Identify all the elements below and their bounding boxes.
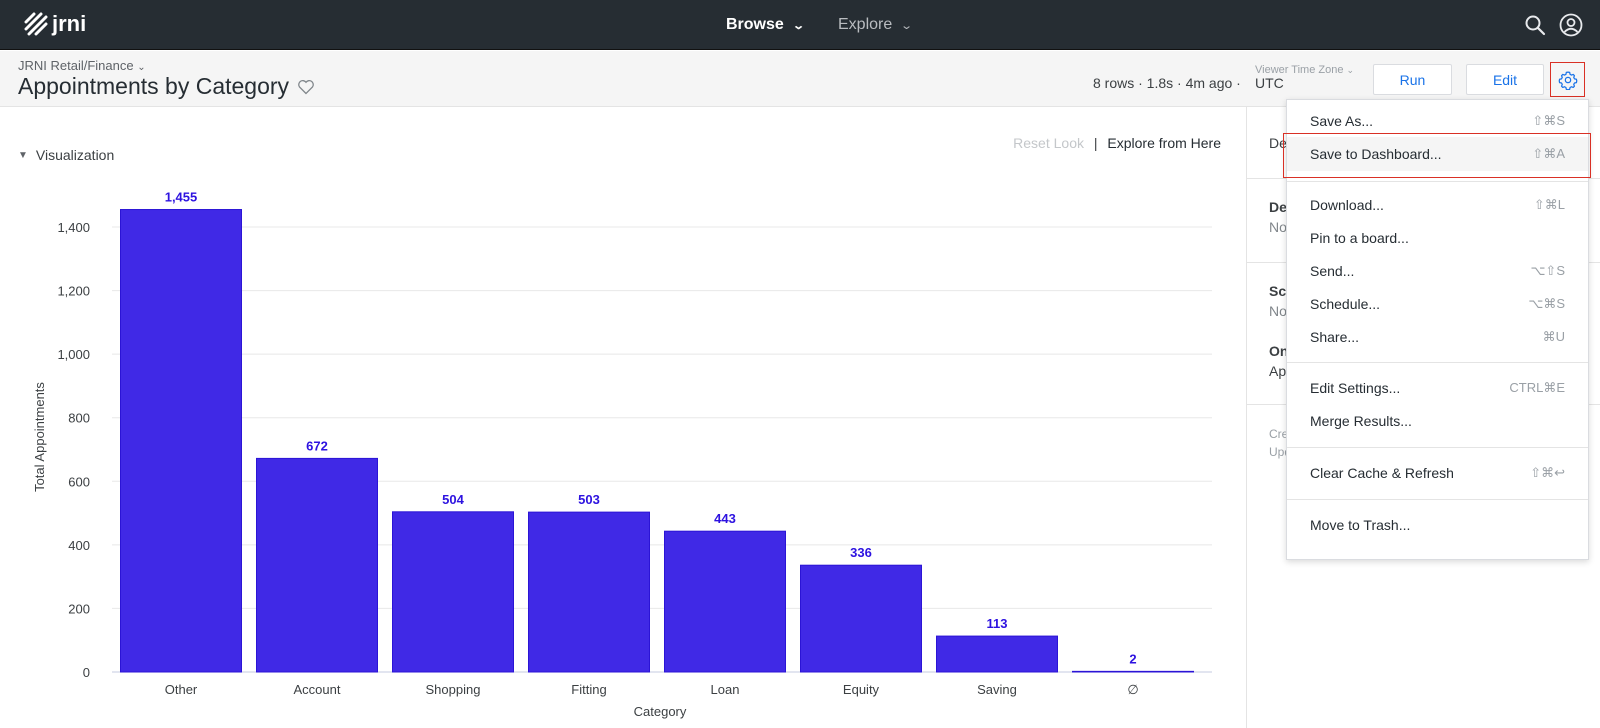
y-tick-label: 400 [68, 538, 90, 553]
menu-item-share[interactable]: Share... ⌘U [1287, 320, 1588, 353]
bar-value-label: 1,455 [165, 190, 198, 205]
page-title: Appointments by Category [18, 73, 315, 100]
bar [528, 511, 650, 673]
nav-browse-label: Browse [726, 16, 784, 33]
top-bar: jrni Browse ⌄ Explore ⌄ [0, 0, 1600, 50]
bar-value-label: 443 [714, 511, 736, 526]
menu-item-edit-settings[interactable]: Edit Settings... CTRL⌘E [1287, 371, 1588, 404]
menu-item-label: Save to Dashboard... [1310, 146, 1442, 162]
menu-item-save-as[interactable]: Save As... ⇧⌘S [1287, 104, 1588, 137]
page-title-text: Appointments by Category [18, 73, 290, 99]
x-axis-title: Category [634, 704, 687, 719]
nav-browse[interactable]: Browse ⌄ [726, 16, 805, 34]
x-tick-label: Saving [977, 682, 1017, 697]
x-tick-label: Shopping [426, 682, 481, 697]
menu-item-label: Download... [1310, 196, 1384, 213]
menu-item-download[interactable]: Download... ⇧⌘L [1287, 188, 1588, 221]
logo-stripes-icon [24, 12, 48, 36]
menu-item-label: Share... [1310, 328, 1360, 345]
side-details-label: De [1269, 135, 1287, 151]
y-tick-label: 200 [68, 601, 90, 616]
menu-divider [1287, 181, 1588, 182]
bar-value-label: 113 [987, 616, 1008, 631]
logo[interactable]: jrni [24, 11, 86, 37]
menu-item-label: Schedule... [1310, 295, 1381, 312]
run-button[interactable]: Run [1373, 64, 1452, 95]
bar-value-label: 672 [306, 438, 328, 453]
logo-text: jrni [52, 11, 87, 36]
menu-item-merge-results[interactable]: Merge Results... [1287, 404, 1588, 437]
bar-chart: 0 200 400 600 800 1,000 1,200 1,400 1,455 Other 67… [32, 190, 1212, 719]
bar [392, 511, 514, 673]
account-icon[interactable] [1559, 13, 1583, 42]
menu-item-send[interactable]: Send... ⌥⇧S [1287, 254, 1588, 287]
visualization-panel: ▼ Visualization Reset Look | Explore fro… [0, 107, 1246, 728]
menu-item-label: Clear Cache & Refresh [1310, 464, 1454, 481]
x-tick-label: Other [165, 682, 198, 697]
bar [120, 209, 242, 673]
y-tick-label: 600 [68, 474, 90, 489]
menu-divider [1287, 499, 1588, 500]
x-tick-label: ∅ [1127, 682, 1138, 697]
heart-icon[interactable] [297, 79, 315, 95]
nav-explore-label: Explore [838, 16, 893, 33]
bar [664, 530, 786, 673]
x-tick-label: Equity [843, 682, 880, 697]
edit-button[interactable]: Edit [1466, 64, 1544, 95]
menu-item-pin-to-board[interactable]: Pin to a board... [1287, 221, 1588, 254]
bar-value-label: 504 [442, 492, 464, 507]
menu-item-move-to-trash[interactable]: Move to Trash... [1287, 508, 1588, 541]
menu-item-shortcut: ⇧⌘L [1533, 196, 1565, 212]
y-tick-label: 1,200 [57, 284, 90, 299]
menu-item-label: Pin to a board... [1310, 229, 1409, 246]
menu-item-label: Move to Trash... [1310, 516, 1411, 533]
chevron-down-icon: ⌄ [900, 19, 914, 32]
menu-item-shortcut: ⇧⌘↩ [1530, 464, 1565, 480]
search-icon[interactable] [1524, 14, 1546, 41]
nav-explore[interactable]: Explore ⌄ [838, 16, 914, 34]
menu-item-shortcut: ⌥⇧S [1530, 262, 1565, 278]
side-schedules-value: No [1269, 303, 1287, 319]
menu-item-label: Merge Results... [1310, 412, 1412, 429]
breadcrumb[interactable]: JRNI Retail/Finance ⌄ [18, 58, 146, 73]
chevron-down-icon: ⌄ [1346, 65, 1355, 75]
chevron-down-icon: ⌄ [137, 62, 146, 73]
bar-value-label: 336 [850, 545, 872, 560]
bar [1072, 670, 1194, 673]
y-tick-label: 0 [83, 665, 90, 680]
query-meta: 8 rows · 1.8s · 4m ago · [1093, 75, 1241, 91]
gear-icon [1558, 70, 1577, 90]
bar-value-label: 2 [1129, 651, 1136, 666]
y-tick-label: 1,000 [57, 347, 90, 362]
menu-item-shortcut: ⇧⌘S [1532, 112, 1565, 128]
y-axis-title: Total Appointments [32, 382, 47, 492]
bar-value-label: 503 [578, 492, 600, 507]
breadcrumb-label: JRNI Retail/Finance [18, 58, 134, 73]
menu-item-shortcut: ⌥⌘S [1528, 295, 1565, 311]
menu-item-save-to-dashboard[interactable]: Save to Dashboard... ⇧⌘A [1287, 137, 1588, 171]
menu-item-shortcut: ⇧⌘A [1532, 146, 1565, 161]
gear-dropdown-menu: Save As... ⇧⌘S Save to Dashboard... ⇧⌘A … [1286, 99, 1589, 560]
bar [936, 635, 1058, 673]
chevron-down-icon: ⌄ [791, 19, 805, 32]
menu-item-clear-cache-refresh[interactable]: Clear Cache & Refresh ⇧⌘↩ [1287, 456, 1588, 489]
y-tick-label: 800 [68, 411, 90, 426]
menu-item-label: Edit Settings... [1310, 379, 1401, 396]
y-tick-label: 1,400 [57, 220, 90, 235]
x-tick-label: Account [294, 682, 341, 697]
menu-item-label: Send... [1310, 262, 1355, 279]
menu-item-label: Save As... [1310, 112, 1374, 129]
menu-item-schedule[interactable]: Schedule... ⌥⌘S [1287, 287, 1588, 320]
x-tick-label: Loan [711, 682, 740, 697]
menu-divider [1287, 447, 1588, 448]
x-tick-label: Fitting [571, 682, 606, 697]
settings-gear-button[interactable] [1550, 62, 1585, 97]
bar [800, 564, 922, 673]
timezone-value: UTC [1255, 75, 1284, 91]
menu-item-shortcut: ⌘U [1542, 328, 1565, 344]
menu-item-shortcut: CTRL⌘E [1509, 379, 1565, 395]
menu-divider [1287, 362, 1588, 363]
bar [256, 457, 378, 673]
